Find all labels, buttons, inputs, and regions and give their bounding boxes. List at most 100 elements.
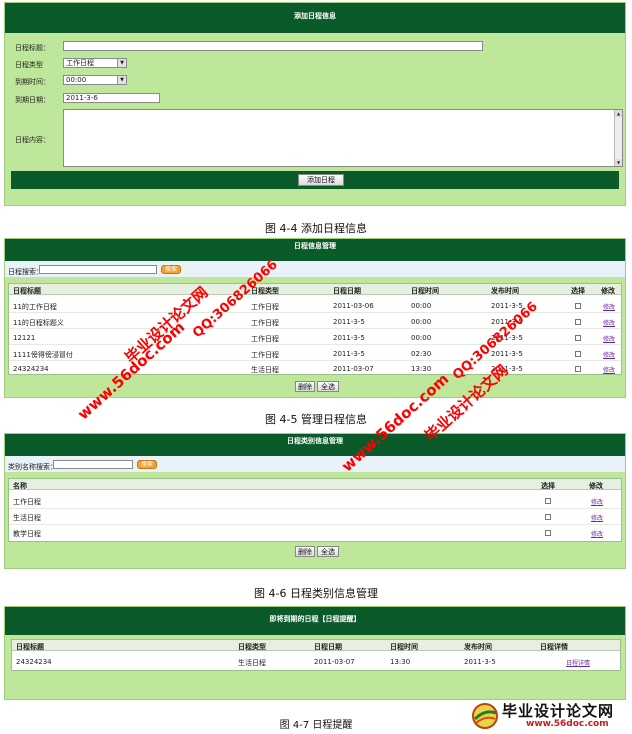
category-panel-title: 日程类别信息管理 <box>5 434 625 456</box>
category-table-header <box>9 479 621 490</box>
category-table: 名称 选择 修改 工作日程 修改 生活日程 修改 教学日程 修改 <box>8 478 622 542</box>
table-row-time: 13:30 <box>411 365 432 373</box>
textarea-scrollbar[interactable]: ▲ ▼ <box>614 110 622 166</box>
category-search-input[interactable] <box>53 460 133 469</box>
edit-link[interactable]: 修改 <box>603 350 615 359</box>
row-checkbox[interactable] <box>575 351 581 357</box>
table-row-title: 24324234 <box>13 365 49 373</box>
table-row-time: 00:00 <box>411 334 432 342</box>
col-name: 名称 <box>13 482 27 490</box>
time-select[interactable]: 00:00 ▼ <box>63 75 127 85</box>
scroll-down-icon[interactable]: ▼ <box>615 159 622 166</box>
row-divider <box>9 344 621 345</box>
table-row-date: 2011-03-07 <box>333 365 374 373</box>
select-all-button[interactable]: 全选 <box>317 381 339 392</box>
row-checkbox[interactable] <box>575 366 581 372</box>
delete-button[interactable]: 删除 <box>295 546 315 557</box>
schedule-search-label: 日程搜索： <box>8 268 43 276</box>
col-detail: 日程详情 <box>540 643 568 651</box>
scroll-up-icon[interactable]: ▲ <box>615 110 622 117</box>
category-search-label: 类别名称搜索： <box>8 463 57 471</box>
edit-link[interactable]: 修改 <box>591 529 603 538</box>
col-select: 选择 <box>571 287 585 295</box>
caption-4-4: 图 4-4 添加日程信息 <box>265 222 367 235</box>
table-row-time: 13:30 <box>390 658 411 666</box>
table-row-date: 2011-3-5 <box>333 318 365 326</box>
row-divider <box>9 524 621 525</box>
row-checkbox[interactable] <box>545 530 551 536</box>
add-schedule-title: 添加日程信息 <box>5 3 625 33</box>
row-checkbox[interactable] <box>545 498 551 504</box>
table-row-time: 00:00 <box>411 302 432 310</box>
edit-link[interactable]: 修改 <box>591 497 603 506</box>
edit-link[interactable]: 修改 <box>603 365 615 374</box>
type-label: 日程类型 <box>15 61 43 69</box>
table-row-name: 工作日程 <box>13 498 41 506</box>
reminder-table: 日程标题 日程类型 日程日期 日程时间 发布时间 日程详情 24324234 生… <box>11 639 621 671</box>
col-date: 日程日期 <box>333 287 361 295</box>
col-time: 日程时间 <box>411 287 439 295</box>
col-edit: 修改 <box>589 482 603 490</box>
col-pubtime: 发布时间 <box>464 643 492 651</box>
col-select: 选择 <box>541 482 555 490</box>
table-row-title: 1111傍得傍浸冒付 <box>13 351 73 359</box>
table-row-time: 02:30 <box>411 350 432 358</box>
edit-link[interactable]: 修改 <box>603 302 615 311</box>
edit-link[interactable]: 修改 <box>603 334 615 343</box>
content-label: 日程内容： <box>15 136 50 144</box>
col-type: 日程类型 <box>238 643 266 651</box>
schedule-table: 日程标题 日程类型 日程日期 日程时间 发布时间 选择 修改 11的工作日程 工… <box>8 283 622 375</box>
schedule-search-button[interactable]: 搜索 <box>161 265 181 274</box>
schedule-table-header <box>9 284 621 295</box>
date-label: 到期日期： <box>15 96 50 104</box>
table-row-pubtime: 2011-3-5 <box>491 350 523 358</box>
category-panel: 日程类别信息管理 类别名称搜索： 搜索 名称 选择 修改 工作日程 修改 生活日… <box>4 433 626 569</box>
select-all-button[interactable]: 全选 <box>317 546 339 557</box>
table-row-type: 工作日程 <box>251 319 279 327</box>
table-row-title: 24324234 <box>16 658 52 666</box>
col-title: 日程标题 <box>13 287 41 295</box>
row-checkbox[interactable] <box>545 514 551 520</box>
table-row-pubtime: 2011-3-5 <box>464 658 496 666</box>
table-row-title: 11的日程标题义 <box>13 319 64 327</box>
reminder-panel-title: 即将到期的日程【日程提醒】 <box>5 607 625 635</box>
add-schedule-button[interactable]: 添加日程 <box>298 174 344 186</box>
globe-icon <box>472 703 498 729</box>
reminder-panel: 即将到期的日程【日程提醒】 日程标题 日程类型 日程日期 日程时间 发布时间 日… <box>4 606 626 700</box>
schedule-search-input[interactable] <box>39 265 157 274</box>
type-select[interactable]: 工作日程 ▼ <box>63 58 127 68</box>
table-row-date: 2011-03-06 <box>333 302 374 310</box>
row-checkbox[interactable] <box>575 303 581 309</box>
row-checkbox[interactable] <box>575 319 581 325</box>
table-row-type: 工作日程 <box>251 351 279 359</box>
chevron-down-icon: ▼ <box>117 59 126 67</box>
table-row-title: 12121 <box>13 334 36 342</box>
table-row-name: 生活日程 <box>13 514 41 522</box>
col-pubtime: 发布时间 <box>491 287 519 295</box>
row-divider <box>9 360 621 361</box>
manage-schedule-title: 日程信息管理 <box>5 239 625 261</box>
title-input[interactable] <box>63 41 483 51</box>
table-row-type: 工作日程 <box>251 303 279 311</box>
content-textarea[interactable]: ▲ ▼ <box>63 109 623 167</box>
manage-schedule-panel: 日程信息管理 日程搜索： 搜索 日程标题 日程类型 日程日期 日程时间 发布时间… <box>4 238 626 398</box>
row-divider <box>9 328 621 329</box>
table-row-type: 生活日程 <box>238 659 266 667</box>
delete-button[interactable]: 删除 <box>295 381 315 392</box>
detail-link[interactable]: 日程详情 <box>566 658 590 667</box>
table-row-name: 教学日程 <box>13 530 41 538</box>
table-row-date: 2011-3-5 <box>333 350 365 358</box>
date-input[interactable]: 2011-3-6 <box>63 93 160 103</box>
category-search-button[interactable]: 搜索 <box>137 460 157 469</box>
row-checkbox[interactable] <box>575 335 581 341</box>
table-row-type: 工作日程 <box>251 335 279 343</box>
time-select-value: 00:00 <box>66 76 87 84</box>
caption-4-6: 图 4-6 日程类别信息管理 <box>254 587 378 600</box>
title-label: 日程标题： <box>15 44 50 52</box>
col-date: 日程日期 <box>314 643 342 651</box>
table-row-date: 2011-03-07 <box>314 658 355 666</box>
edit-link[interactable]: 修改 <box>591 513 603 522</box>
logo-url: www.56doc.com <box>526 719 609 729</box>
col-edit: 修改 <box>601 287 615 295</box>
edit-link[interactable]: 修改 <box>603 318 615 327</box>
